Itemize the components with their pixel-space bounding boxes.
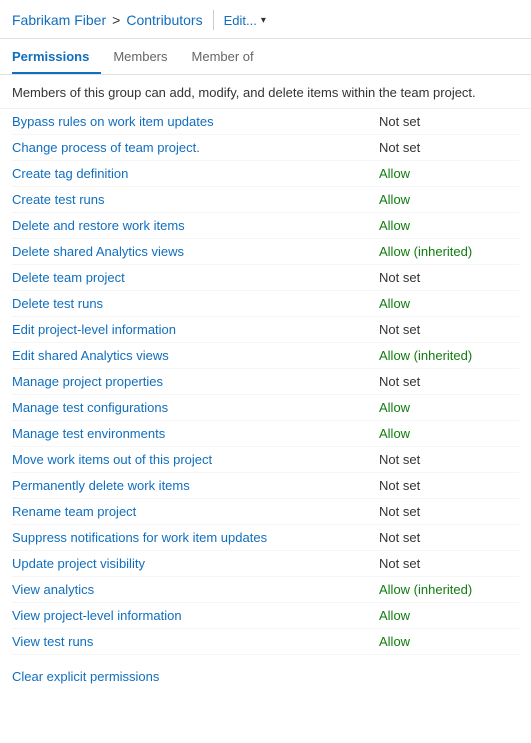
breadcrumb: Fabrikam Fiber > Contributors bbox=[12, 12, 203, 28]
table-row[interactable]: Move work items out of this projectNot s… bbox=[12, 447, 519, 473]
permission-name: View project-level information bbox=[12, 608, 379, 623]
permission-value: Not set bbox=[379, 322, 519, 337]
permission-value: Not set bbox=[379, 452, 519, 467]
breadcrumb-project[interactable]: Fabrikam Fiber bbox=[12, 12, 106, 28]
permission-value: Allow (inherited) bbox=[379, 244, 519, 259]
breadcrumb-group[interactable]: Contributors bbox=[126, 12, 202, 28]
permission-value: Not set bbox=[379, 374, 519, 389]
permission-value: Allow bbox=[379, 166, 519, 181]
table-row[interactable]: Manage test configurationsAllow bbox=[12, 395, 519, 421]
permission-value: Allow bbox=[379, 192, 519, 207]
table-row[interactable]: Rename team projectNot set bbox=[12, 499, 519, 525]
edit-button[interactable]: Edit... bbox=[224, 13, 257, 28]
permission-value: Not set bbox=[379, 270, 519, 285]
table-row[interactable]: Create test runsAllow bbox=[12, 187, 519, 213]
table-row[interactable]: Edit shared Analytics viewsAllow (inheri… bbox=[12, 343, 519, 369]
tab-permissions[interactable]: Permissions bbox=[12, 39, 101, 74]
permission-name: Delete shared Analytics views bbox=[12, 244, 379, 259]
permission-name: View analytics bbox=[12, 582, 379, 597]
table-row[interactable]: Update project visibilityNot set bbox=[12, 551, 519, 577]
permission-name: Rename team project bbox=[12, 504, 379, 519]
table-row[interactable]: Bypass rules on work item updatesNot set bbox=[12, 109, 519, 135]
tab-member-of[interactable]: Member of bbox=[192, 39, 266, 74]
header-divider bbox=[213, 10, 214, 30]
table-row[interactable]: Change process of team project.Not set bbox=[12, 135, 519, 161]
permission-value: Allow (inherited) bbox=[379, 348, 519, 363]
permission-value: Allow bbox=[379, 426, 519, 441]
permission-value: Allow (inherited) bbox=[379, 582, 519, 597]
permission-name: Permanently delete work items bbox=[12, 478, 379, 493]
table-row[interactable]: Delete test runsAllow bbox=[12, 291, 519, 317]
table-row[interactable]: Create tag definitionAllow bbox=[12, 161, 519, 187]
permission-value: Not set bbox=[379, 530, 519, 545]
permission-value: Allow bbox=[379, 296, 519, 311]
permission-name: Bypass rules on work item updates bbox=[12, 114, 379, 129]
table-row[interactable]: View test runsAllow bbox=[12, 629, 519, 655]
permissions-table: Bypass rules on work item updatesNot set… bbox=[0, 109, 531, 655]
permission-name: Edit shared Analytics views bbox=[12, 348, 379, 363]
tab-members[interactable]: Members bbox=[113, 39, 179, 74]
permission-value: Not set bbox=[379, 140, 519, 155]
permission-name: View test runs bbox=[12, 634, 379, 649]
table-row[interactable]: Delete and restore work itemsAllow bbox=[12, 213, 519, 239]
permission-name: Create test runs bbox=[12, 192, 379, 207]
clear-permissions-link[interactable]: Clear explicit permissions bbox=[0, 655, 531, 694]
table-row[interactable]: Manage test environmentsAllow bbox=[12, 421, 519, 447]
permission-value: Allow bbox=[379, 400, 519, 415]
permission-name: Suppress notifications for work item upd… bbox=[12, 530, 379, 545]
permission-name: Change process of team project. bbox=[12, 140, 379, 155]
permission-name: Edit project-level information bbox=[12, 322, 379, 337]
dropdown-arrow-icon[interactable]: ▾ bbox=[261, 15, 266, 26]
tabs-bar: Permissions Members Member of bbox=[0, 39, 531, 75]
table-row[interactable]: Edit project-level informationNot set bbox=[12, 317, 519, 343]
breadcrumb-separator: > bbox=[112, 12, 120, 28]
permission-name: Manage test configurations bbox=[12, 400, 379, 415]
permission-name: Manage test environments bbox=[12, 426, 379, 441]
table-row[interactable]: View project-level informationAllow bbox=[12, 603, 519, 629]
header: Fabrikam Fiber > Contributors Edit... ▾ bbox=[0, 0, 531, 39]
table-row[interactable]: View analyticsAllow (inherited) bbox=[12, 577, 519, 603]
table-row[interactable]: Delete team projectNot set bbox=[12, 265, 519, 291]
permission-name: Delete and restore work items bbox=[12, 218, 379, 233]
table-row[interactable]: Suppress notifications for work item upd… bbox=[12, 525, 519, 551]
permission-value: Not set bbox=[379, 114, 519, 129]
permission-name: Move work items out of this project bbox=[12, 452, 379, 467]
group-description: Members of this group can add, modify, a… bbox=[0, 75, 531, 109]
permission-value: Allow bbox=[379, 634, 519, 649]
permission-name: Manage project properties bbox=[12, 374, 379, 389]
table-row[interactable]: Delete shared Analytics viewsAllow (inhe… bbox=[12, 239, 519, 265]
permission-name: Delete test runs bbox=[12, 296, 379, 311]
permission-value: Allow bbox=[379, 608, 519, 623]
permission-value: Not set bbox=[379, 504, 519, 519]
table-row[interactable]: Permanently delete work itemsNot set bbox=[12, 473, 519, 499]
permission-name: Delete team project bbox=[12, 270, 379, 285]
permission-value: Not set bbox=[379, 556, 519, 571]
permission-value: Allow bbox=[379, 218, 519, 233]
header-edit-area: Edit... ▾ bbox=[224, 13, 266, 28]
permission-value: Not set bbox=[379, 478, 519, 493]
permission-name: Update project visibility bbox=[12, 556, 379, 571]
permission-name: Create tag definition bbox=[12, 166, 379, 181]
table-row[interactable]: Manage project propertiesNot set bbox=[12, 369, 519, 395]
